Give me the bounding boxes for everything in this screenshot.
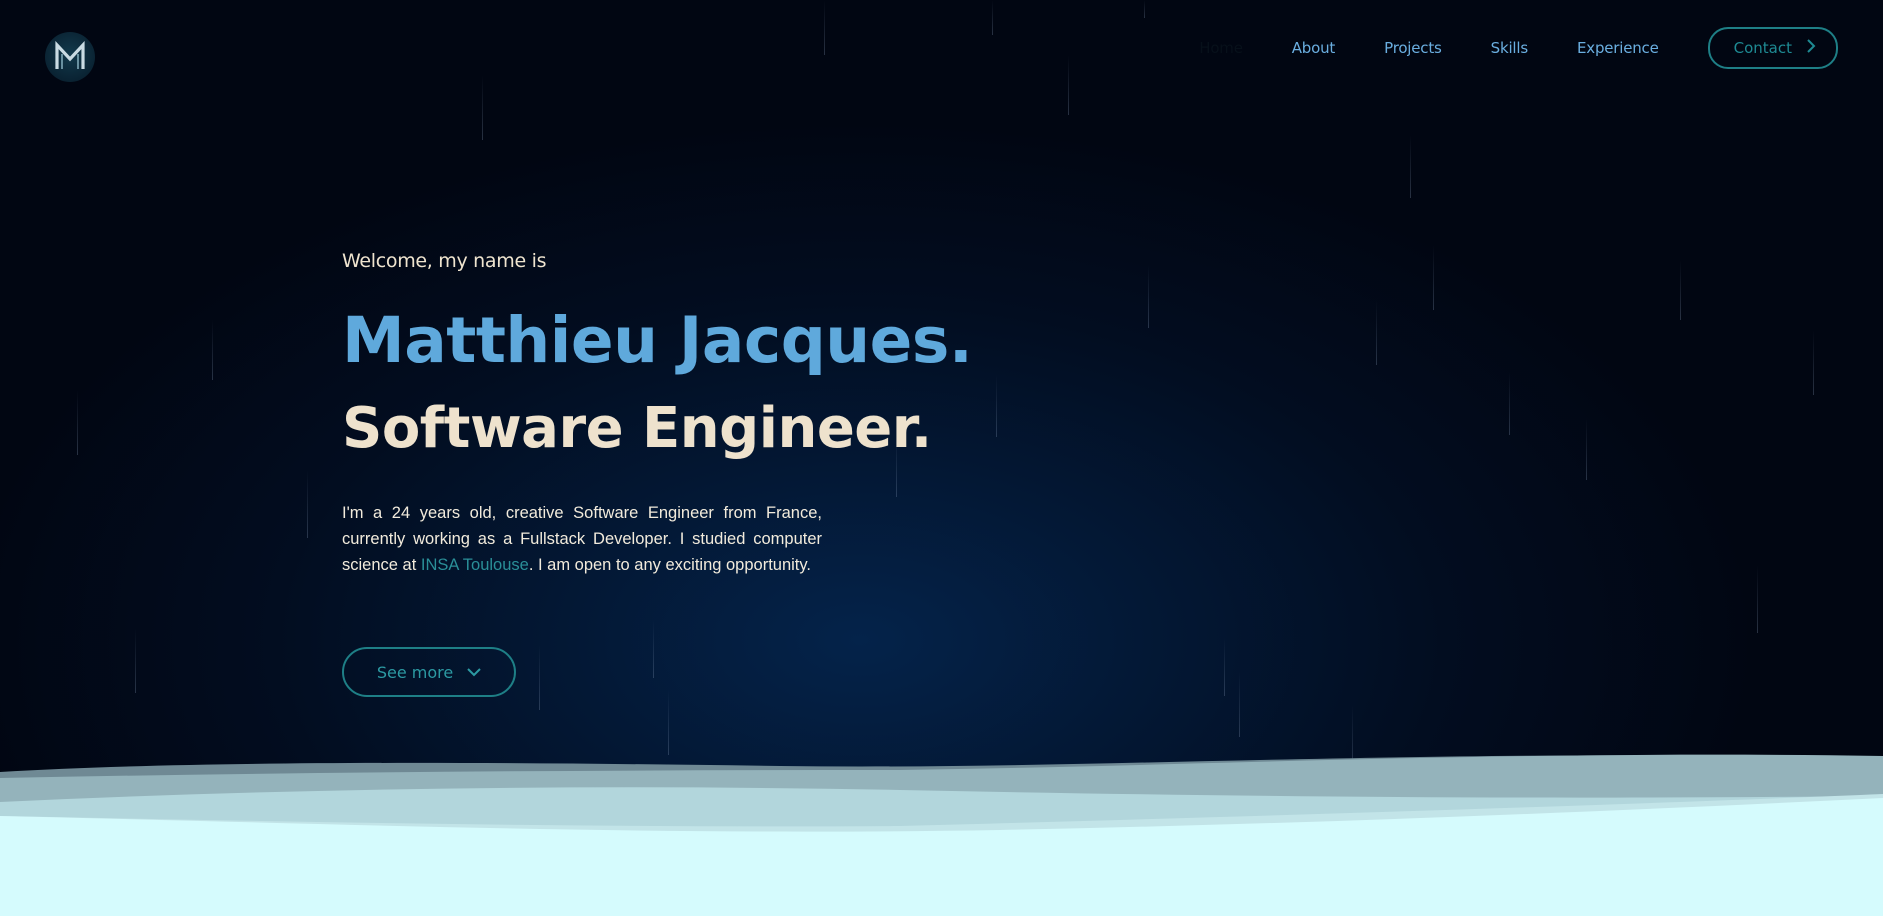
bio-text-end: . I am open to any exciting opportunity. bbox=[528, 556, 812, 574]
m-monogram-icon bbox=[55, 41, 85, 69]
nav-link-skills[interactable]: Skills bbox=[1491, 39, 1529, 57]
bio-paragraph: I'm a 24 years old, creative Software En… bbox=[342, 500, 822, 578]
wave-decoration bbox=[0, 754, 1883, 916]
nav-link-about[interactable]: About bbox=[1292, 39, 1336, 57]
nav-link-projects[interactable]: Projects bbox=[1384, 39, 1442, 57]
see-more-label: See more bbox=[376, 662, 454, 682]
chevron-right-icon bbox=[1806, 39, 1816, 57]
hero-section: Welcome, my name is Matthieu Jacques. So… bbox=[342, 250, 973, 697]
nav-link-home[interactable]: Home bbox=[1199, 39, 1243, 57]
top-navigation: Home About Projects Skills Experience Co… bbox=[1199, 27, 1838, 69]
page: Home About Projects Skills Experience Co… bbox=[0, 0, 1883, 916]
logo-icon[interactable] bbox=[45, 32, 95, 82]
nav-link-experience[interactable]: Experience bbox=[1577, 39, 1659, 57]
contact-button-label: Contact bbox=[1733, 39, 1792, 57]
contact-button[interactable]: Contact bbox=[1707, 27, 1838, 69]
hero-role: Software Engineer. bbox=[342, 396, 932, 461]
hero-name: Matthieu Jacques. bbox=[342, 304, 973, 377]
insa-toulouse-link[interactable]: INSA Toulouse bbox=[421, 556, 529, 574]
see-more-button[interactable]: See more bbox=[342, 647, 516, 697]
chevron-down-icon bbox=[467, 667, 481, 677]
welcome-text: Welcome, my name is bbox=[342, 250, 547, 272]
